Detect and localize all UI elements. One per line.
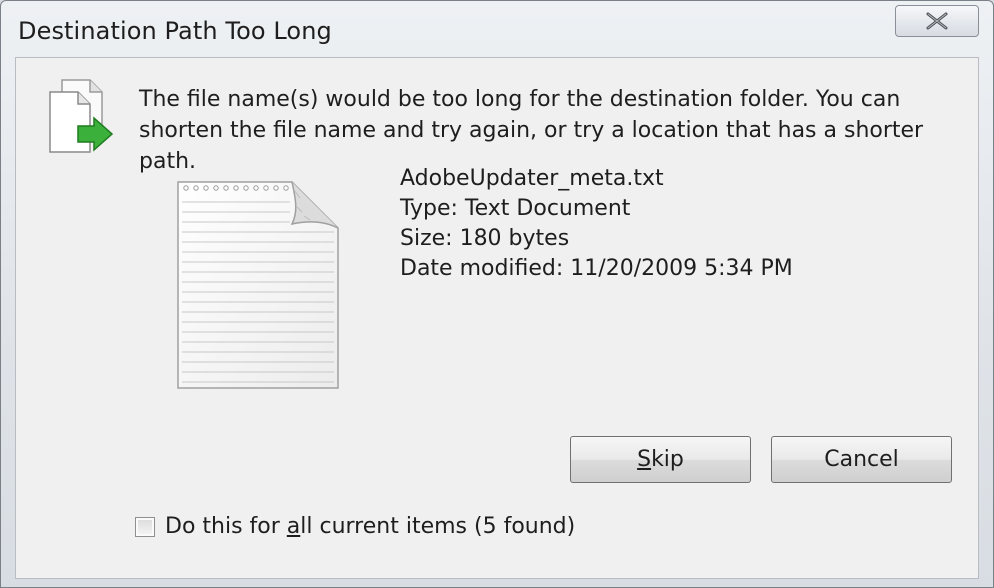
skip-button[interactable]: Skip [570,436,751,483]
apply-to-all-label[interactable]: Do this for all current items (5 found) [165,514,575,539]
file-move-icon [49,79,114,153]
dialog-window: Destination Path Too Long The file name(… [0,0,994,588]
dialog-title: Destination Path Too Long [18,17,332,45]
apply-to-all-checkbox[interactable] [135,516,155,537]
title-bar[interactable]: Destination Path Too Long [1,1,993,57]
text-document-icon [177,181,339,389]
close-button[interactable] [895,5,979,37]
cancel-button[interactable]: Cancel [771,436,952,483]
file-size: Size: 180 bytes [400,226,570,251]
close-icon [926,12,948,30]
file-type: Type: Text Document [400,196,631,221]
file-name: AdobeUpdater_meta.txt [400,166,664,191]
apply-to-all-option[interactable]: Do this for all current items (5 found) [135,514,575,539]
file-date-modified: Date modified: 11/20/2009 5:34 PM [400,256,793,281]
dialog-body: The file name(s) would be too long for t… [15,57,979,579]
file-details: AdobeUpdater_meta.txt Type: Text Documen… [400,164,793,284]
